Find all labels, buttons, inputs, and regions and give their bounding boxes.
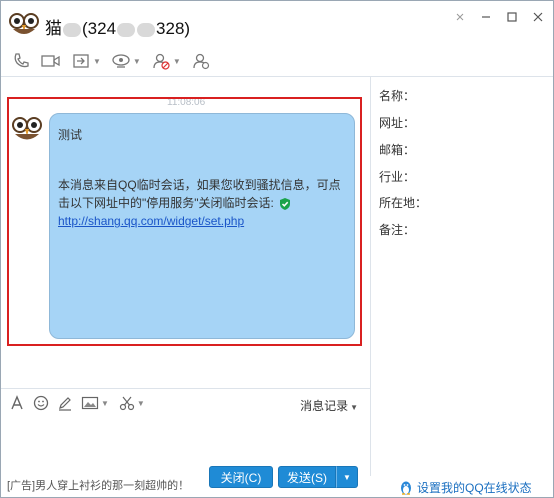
- chevron-down-icon: ▼: [343, 472, 351, 482]
- input-tools: ▼ ▼: [9, 395, 147, 411]
- transfer-file-icon[interactable]: [69, 50, 93, 72]
- message-link[interactable]: http://shang.qq.com/widget/set.php: [58, 214, 244, 228]
- ad-link[interactable]: [广告]男人穿上衬衫的那一刻超帅的！: [7, 477, 189, 493]
- scissors-icon[interactable]: [119, 395, 135, 411]
- contact-title: 猫 (324 328): [45, 14, 190, 39]
- contact-id-start: (324: [82, 19, 117, 38]
- add-friend-icon[interactable]: [189, 50, 213, 72]
- chevron-down-icon[interactable]: ▼: [137, 399, 145, 408]
- font-icon[interactable]: [9, 395, 25, 411]
- message-input[interactable]: [1, 418, 370, 462]
- video-icon[interactable]: [39, 50, 63, 72]
- chat-history[interactable]: 11:08:06 测试 本消息来自QQ临时会话，如果您收到骚扰信息，可点 击以下…: [1, 76, 370, 388]
- name-label: 名称：: [379, 89, 416, 103]
- chevron-down-icon[interactable]: ▼: [93, 57, 101, 66]
- minimize-icon[interactable]: [475, 7, 497, 27]
- remote-assist-icon[interactable]: [109, 50, 133, 72]
- chevron-down-icon[interactable]: ▼: [133, 57, 141, 66]
- message-text: 本消息来自QQ临时会话，如果您收到骚扰信息，可点: [58, 178, 341, 192]
- online-status-link[interactable]: 设置我的QQ在线状态: [399, 479, 532, 496]
- title-bar: 猫 (324 328): [1, 1, 553, 43]
- note-label: 备注：: [379, 223, 416, 237]
- location-label: 所在地：: [379, 196, 428, 210]
- emoji-icon[interactable]: [33, 395, 49, 411]
- pen-icon[interactable]: [57, 395, 73, 411]
- owl-avatar-icon[interactable]: [9, 11, 39, 37]
- online-status-label: 设置我的QQ在线状态: [417, 481, 532, 495]
- email-label: 邮箱：: [379, 143, 416, 157]
- industry-label: 行业：: [379, 170, 416, 184]
- close-icon[interactable]: [527, 7, 549, 27]
- send-button[interactable]: 发送(S): [278, 466, 336, 488]
- chat-toolbar: ▼ ▼ ▼: [9, 49, 213, 73]
- message-history-label: 消息记录: [300, 399, 349, 413]
- redacted-mark: [117, 22, 136, 37]
- redacted-mark: [137, 22, 156, 37]
- send-options-button[interactable]: ▼: [336, 466, 358, 488]
- message-text: 击以下网址中的"停用服务"关闭临时会话:: [58, 196, 274, 210]
- maximize-icon[interactable]: [501, 7, 523, 27]
- phone-icon[interactable]: [9, 50, 33, 72]
- chevron-down-icon[interactable]: ▼: [173, 57, 181, 66]
- message-bubble: 测试 本消息来自QQ临时会话，如果您收到骚扰信息，可点 击以下网址中的"停用服务…: [49, 113, 355, 339]
- verified-check-icon: [279, 197, 290, 210]
- chat-window: 猫 (324 328) ▼ ▼ ▼ 11:08:06 测试 本消息来自QQ临时会…: [0, 0, 554, 498]
- owl-avatar-icon[interactable]: [11, 115, 43, 143]
- contact-info-panel: 名称： 网址： 邮箱： 行业： 所在地： 备注：: [370, 76, 553, 476]
- message-history-button[interactable]: 消息记录 ▼: [300, 397, 358, 414]
- input-toolbar: ▼ ▼ 消息记录 ▼: [1, 388, 370, 418]
- chevron-down-icon: ▼: [350, 403, 358, 412]
- window-controls: [449, 7, 549, 27]
- close-button[interactable]: 关闭(C): [209, 466, 273, 488]
- url-label: 网址：: [379, 116, 416, 130]
- pin-icon[interactable]: [449, 7, 471, 27]
- redacted-mark: [63, 22, 81, 37]
- message-text: 测试: [58, 128, 83, 142]
- chevron-down-icon[interactable]: ▼: [101, 399, 109, 408]
- image-icon[interactable]: [81, 395, 99, 411]
- qq-penguin-icon: [401, 481, 411, 495]
- contact-name: 猫: [45, 19, 62, 38]
- block-user-icon[interactable]: [149, 50, 173, 72]
- message-text-line: 击以下网址中的"停用服务"关闭临时会话:: [58, 194, 346, 212]
- contact-id-end: 328): [156, 19, 191, 38]
